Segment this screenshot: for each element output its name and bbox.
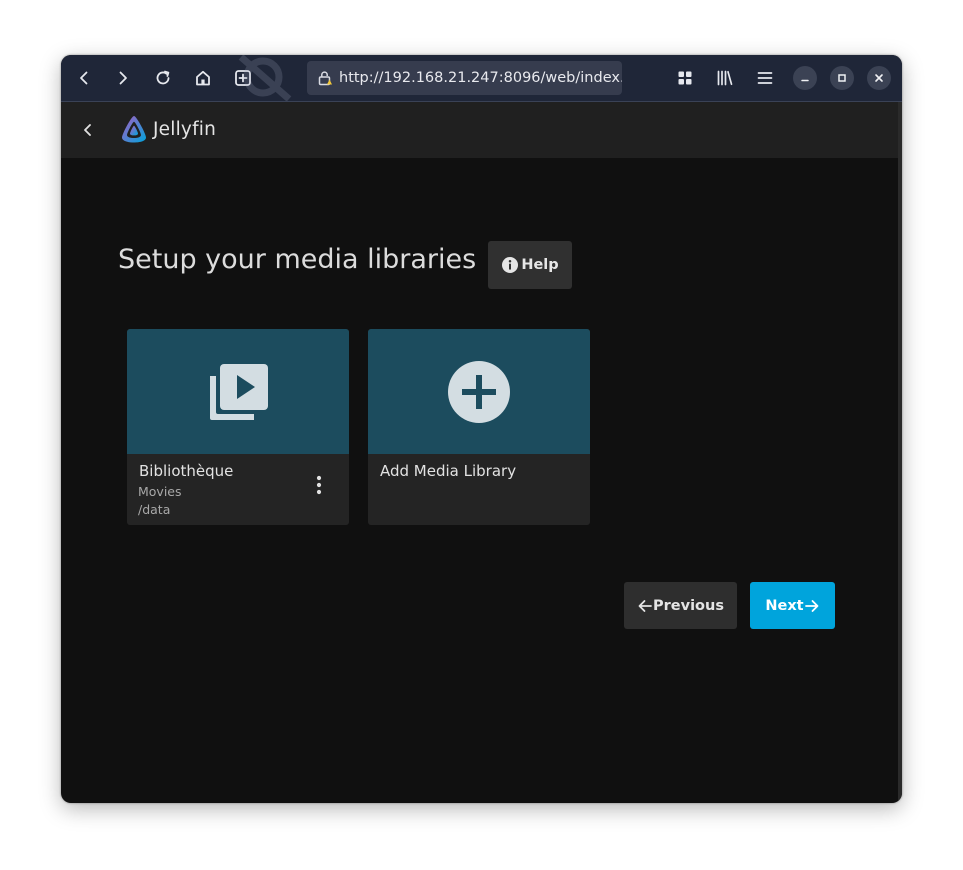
library-type: Movies	[138, 484, 182, 499]
app-header: Jellyfin	[61, 102, 898, 158]
back-arrow-icon[interactable]	[69, 63, 99, 93]
header-back-button[interactable]	[73, 115, 103, 145]
address-bar[interactable]: http://192.168.21.247:8096/web/index.htm…	[307, 61, 622, 95]
library-more-button[interactable]	[307, 469, 331, 501]
app-name: Jellyfin	[153, 118, 217, 140]
next-button[interactable]: Next	[750, 582, 835, 629]
chevron-left-icon	[84, 124, 91, 136]
previous-button[interactable]: Previous	[624, 582, 737, 629]
jellyfin-logo[interactable]: Jellyfin	[119, 114, 216, 144]
library-icon[interactable]	[710, 63, 740, 93]
library-name: Bibliothèque	[139, 462, 234, 480]
arrow-left-icon	[637, 598, 653, 614]
next-label: Next	[765, 597, 804, 614]
add-library-label: Add Media Library	[380, 462, 517, 480]
private-mask-icon	[233, 55, 295, 102]
add-circle-icon	[448, 360, 510, 423]
browser-toolbar: http://192.168.21.247:8096/web/index.htm…	[61, 55, 902, 102]
jellyfin-logo-icon	[122, 116, 146, 143]
maximize-icon[interactable]	[830, 66, 854, 90]
video-library-icon	[210, 363, 268, 420]
previous-label: Previous	[653, 597, 724, 614]
arrow-right-icon	[804, 598, 820, 614]
help-label: Help	[521, 257, 559, 273]
reload-icon[interactable]	[148, 63, 178, 93]
add-library-card[interactable]: Add Media Library	[368, 329, 590, 525]
hamburger-menu-icon[interactable]	[750, 63, 780, 93]
apps-grid-icon[interactable]	[670, 63, 700, 93]
library-card-thumbnail	[127, 329, 349, 454]
add-library-thumbnail	[368, 329, 590, 454]
minimize-icon[interactable]	[793, 66, 817, 90]
close-icon[interactable]	[867, 66, 891, 90]
insecure-lock-icon	[317, 70, 333, 86]
browser-window: http://192.168.21.247:8096/web/index.htm…	[61, 55, 902, 803]
forward-arrow-icon[interactable]	[108, 63, 138, 93]
library-path: /data	[138, 502, 171, 517]
help-button[interactable]: Help	[488, 241, 572, 289]
more-vertical-icon	[316, 475, 322, 495]
page-title: Setup your media libraries	[118, 244, 477, 275]
info-icon	[501, 256, 519, 274]
library-card[interactable]: Bibliothèque Movies /data	[127, 329, 349, 525]
address-url: http://192.168.21.247:8096/web/index.htm…	[339, 70, 622, 86]
home-icon[interactable]	[188, 63, 218, 93]
page-scrollbar[interactable]	[898, 102, 902, 803]
